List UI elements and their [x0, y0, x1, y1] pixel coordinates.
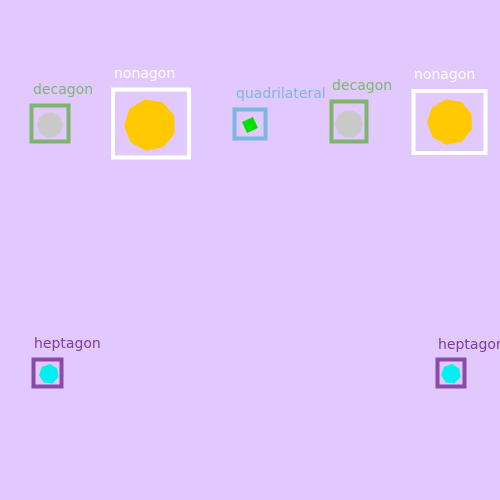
decagon-label: decagon: [332, 78, 392, 94]
heptagon-label: heptagon: [34, 336, 101, 352]
quadrilateral-annotation: quadrilateral: [232, 86, 326, 141]
heptagon-shape: [441, 364, 461, 384]
decagon-shape: [37, 112, 63, 138]
quadrilateral-shape: [242, 117, 258, 133]
decagon-annotation: decagon: [29, 82, 93, 144]
nonagon-shape: [427, 99, 472, 145]
shape-detection-canvas: decagon nonagon quadrilateral decagon no…: [29, 66, 500, 389]
quadrilateral-label: quadrilateral: [236, 86, 326, 102]
nonagon-label: nonagon: [414, 67, 475, 83]
nonagon-label: nonagon: [114, 66, 175, 82]
heptagon-label: heptagon: [438, 337, 500, 353]
decagon-annotation: decagon: [329, 78, 392, 144]
nonagon-annotation: nonagon: [111, 66, 191, 160]
nonagon-shape: [124, 99, 175, 151]
decagon-shape: [335, 110, 363, 138]
heptagon-annotation: heptagon: [31, 336, 101, 389]
heptagon-shape: [39, 364, 59, 384]
heptagon-annotation: heptagon: [435, 337, 500, 389]
decagon-label: decagon: [33, 82, 93, 98]
nonagon-annotation: nonagon: [411, 67, 488, 155]
